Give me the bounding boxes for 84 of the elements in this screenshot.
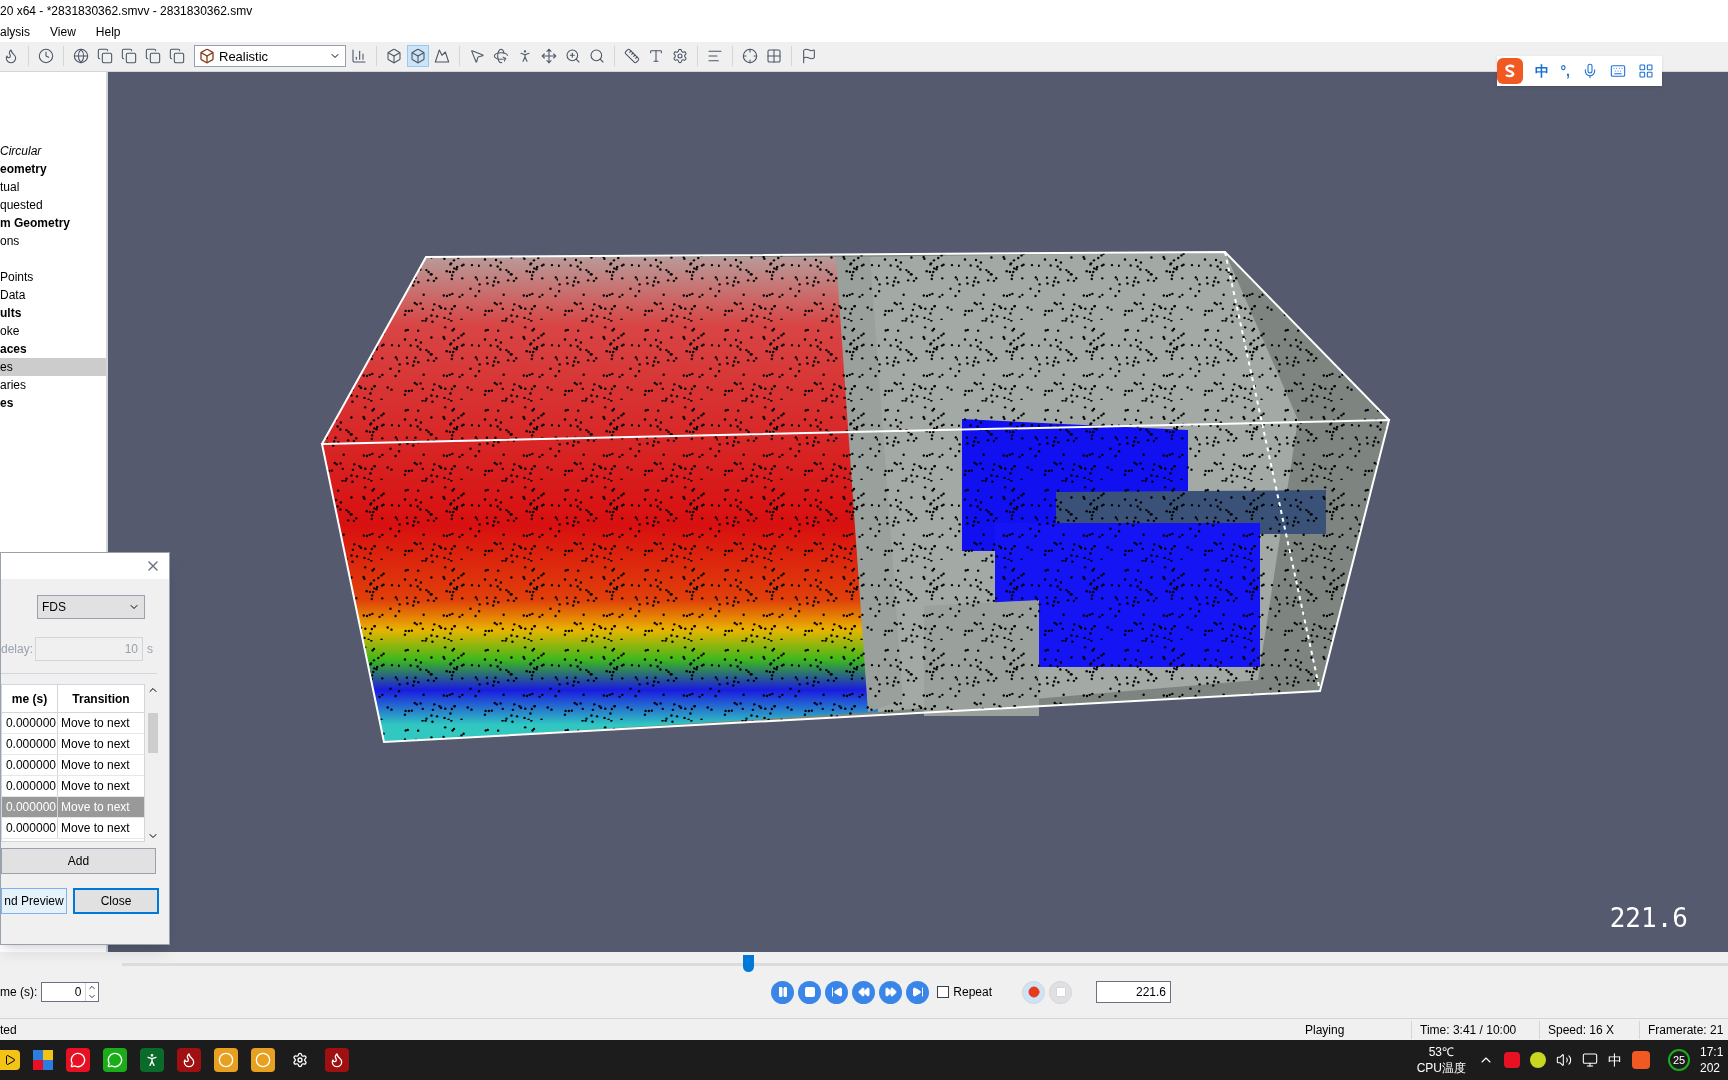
scrollbar-thumb[interactable] — [148, 713, 158, 753]
grid-icon — [1638, 63, 1654, 79]
app-icon[interactable] — [0, 1050, 20, 1071]
tree-item[interactable]: aces — [0, 339, 106, 358]
clock-time: 17:1 — [1700, 1044, 1725, 1061]
clock-date: 202 — [1700, 1060, 1722, 1077]
status-text: Framerate: 21 — [1647, 1021, 1724, 1039]
pause-icon — [776, 986, 789, 999]
app-icon[interactable] — [177, 1048, 201, 1073]
tree-item[interactable]: Points — [0, 267, 106, 286]
app-icon[interactable] — [66, 1048, 90, 1073]
keyboard-icon — [1610, 63, 1626, 79]
cube-icon — [199, 48, 215, 65]
volume-icon — [1556, 1052, 1572, 1069]
app-icon[interactable] — [33, 1050, 53, 1071]
render-mode-dropdown[interactable]: Realistic — [194, 45, 346, 68]
microphone-icon — [1582, 63, 1598, 79]
tree-item[interactable]: es — [0, 357, 106, 376]
status-text: ted — [0, 1021, 18, 1039]
fast-forward-button[interactable] — [879, 980, 903, 1004]
skip-back-icon — [830, 986, 843, 999]
menu-item[interactable]: View — [50, 22, 76, 41]
sensor-label: CPU温度 — [1416, 1060, 1466, 1077]
status-text: Speed: 16 X — [1540, 1020, 1640, 1039]
tree-item[interactable]: eometry — [0, 159, 106, 178]
record-icon — [1027, 986, 1040, 999]
notification-badge[interactable]: 25 — [1668, 1049, 1690, 1072]
tree-item[interactable]: es — [0, 393, 106, 412]
tree-item[interactable]: Circular — [0, 141, 106, 160]
pause-button[interactable] — [771, 980, 795, 1004]
tree-item[interactable]: oke — [0, 321, 106, 340]
delay-label: delay: — [1, 641, 34, 658]
play-icon — [4, 1054, 16, 1067]
tree-item[interactable]: Data — [0, 285, 106, 304]
add-button[interactable]: Add — [1, 848, 156, 874]
stop-icon — [1054, 986, 1067, 999]
app-icon[interactable] — [325, 1048, 349, 1073]
tree-item[interactable]: ults — [0, 303, 106, 322]
input-mode-text[interactable]: 中 — [1608, 1049, 1622, 1071]
rewind-button[interactable] — [852, 980, 876, 1004]
table-cell: 0.000000 — [2, 776, 58, 796]
table-cell: 0.000000 — [2, 755, 58, 775]
tree-item[interactable]: tual — [0, 177, 106, 196]
tree-item[interactable]: ons — [0, 231, 106, 250]
stop-icon — [803, 986, 816, 999]
delay-unit: s — [147, 641, 154, 658]
format-select[interactable]: FDS — [37, 595, 145, 619]
time-field[interactable]: 221.6 — [1096, 981, 1172, 1004]
slider-thumb[interactable] — [743, 955, 755, 973]
skip-forward-icon — [911, 986, 924, 999]
time-overlay: 221.6 — [1609, 902, 1688, 936]
rewind-icon — [857, 986, 870, 999]
logo-icon[interactable] — [1632, 1051, 1650, 1070]
menu-item[interactable]: Help — [95, 22, 121, 41]
time-slider[interactable] — [122, 955, 1728, 974]
skip-start-button[interactable] — [825, 980, 849, 1004]
dialog-button[interactable]: Close — [73, 888, 159, 914]
app-icon[interactable] — [1530, 1052, 1546, 1069]
tree-item[interactable]: m Geometry — [0, 213, 106, 232]
stop-button[interactable] — [798, 980, 822, 1004]
app-icon[interactable] — [103, 1048, 127, 1073]
table-cell: 0.000000 — [2, 713, 58, 733]
network-icon — [1582, 1052, 1598, 1069]
time-label: me (s): — [0, 984, 38, 1002]
status-text: Playing — [1305, 1020, 1412, 1039]
menu-item[interactable]: alysis — [0, 22, 30, 41]
time-spinner[interactable]: 0 — [41, 982, 100, 1003]
table-cell: 0.000000 — [2, 818, 58, 838]
temperature-text: 53℃ — [1428, 1044, 1454, 1061]
skip-end-button[interactable] — [906, 980, 930, 1004]
tree-item[interactable]: aries — [0, 375, 106, 394]
dialog-button[interactable]: nd Preview — [1, 888, 67, 914]
fast-forward-icon — [884, 986, 897, 999]
app-icon[interactable] — [214, 1048, 238, 1073]
repeat-checkbox[interactable]: Repeat — [937, 983, 993, 1002]
table-cell: 0.000000 — [2, 797, 58, 817]
table-cell: 0.000000 — [2, 734, 58, 754]
tree-item[interactable]: quested — [0, 195, 106, 214]
app-icon[interactable] — [251, 1048, 275, 1073]
window-title: 20 x64 - *2831830362.smvv - 2831830362.smv — [0, 2, 253, 20]
status-text: Time: 3:41 / 10:00 — [1412, 1020, 1540, 1039]
record-button[interactable] — [1022, 980, 1046, 1004]
app-icon[interactable] — [140, 1048, 164, 1073]
column-header[interactable]: me (s) — [2, 685, 58, 712]
